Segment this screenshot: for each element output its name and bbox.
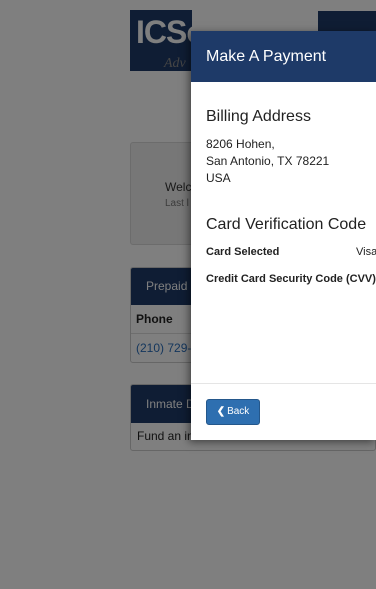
modal-title: Make A Payment — [206, 48, 327, 65]
chevron-left-icon: ❮ — [216, 406, 226, 417]
address-line-2: San Antonio, TX 78221 — [206, 154, 330, 168]
security-code-label: Credit Card Security Code (CVV) — [206, 273, 376, 285]
card-selected-value: Visa — [356, 246, 376, 258]
card-selected-label: Card Selected — [206, 246, 280, 258]
billing-address-heading: Billing Address — [206, 108, 311, 125]
modal-header: Make A Payment — [191, 31, 376, 82]
address-line-3: USA — [206, 171, 231, 185]
modal-footer-divider — [191, 383, 376, 384]
payment-modal: Make A Payment Billing Address 8206 Hohe… — [191, 31, 376, 440]
address-line-1: 8206 Hohen, — [206, 137, 275, 151]
cvv-heading: Card Verification Code — [206, 216, 367, 233]
back-button-label: Back — [227, 406, 250, 417]
back-button[interactable]: ❮ Back — [206, 399, 260, 425]
